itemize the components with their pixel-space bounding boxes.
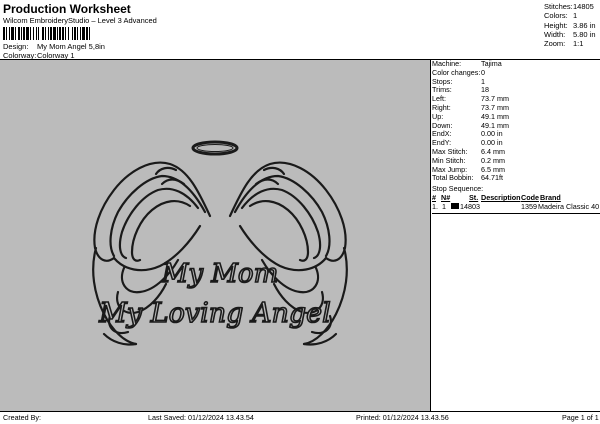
detail-row: Trims: 18 <box>432 86 599 95</box>
preview-line-2: My Loving Angel <box>98 298 331 329</box>
sequence-divider <box>432 213 600 214</box>
detail-row: Stops: 1 <box>432 77 599 87</box>
row-code: 1359 <box>521 202 537 211</box>
footer-divider <box>0 411 600 412</box>
summary-colors: Colors: 1 <box>544 11 600 20</box>
summary-label: Colors: <box>544 11 568 21</box>
detail-row: EndX: 0.00 in <box>432 130 599 139</box>
design-info: Design: My Mom Angel 5,8in Colorway: Color… <box>3 42 105 61</box>
detail-row: Color changes: 0 <box>432 68 599 78</box>
color-swatch <box>451 203 459 209</box>
summary-value: 5.80 in <box>573 29 596 39</box>
summary-width: Width: 5.80 in <box>544 30 600 39</box>
machine-details: Machine: Tajima Color changes: 0 Stops: 1 Trim… <box>432 59 599 183</box>
col-brand: Brand <box>540 193 561 202</box>
halo-icon <box>191 140 239 156</box>
page-number: Page 1 of 1 <box>562 413 599 422</box>
row-st: 14803 <box>460 202 480 211</box>
design-preview: My Mom My Loving Angel <box>0 60 430 412</box>
software-subtitle: Wilcom EmbroideryStudio – Level 3 Advanc… <box>3 16 157 25</box>
col-st: St. <box>469 193 479 202</box>
col-code: Code <box>521 193 539 202</box>
row-brand: Madeira Classic 40 <box>538 202 600 211</box>
row-num: 1. <box>432 202 438 211</box>
summary-label: Height: <box>544 20 568 30</box>
barcode <box>3 27 141 40</box>
detail-row: Up: 49.1 mm <box>432 112 599 122</box>
preview-line-1: My Mom <box>161 259 279 289</box>
col-num: # <box>432 193 436 202</box>
created-by: Created By: <box>3 413 41 422</box>
summary-value: 3.86 in <box>573 20 596 30</box>
summary-height: Height: 3.86 in <box>544 21 600 30</box>
detail-value: 64.71ft <box>481 173 503 183</box>
stop-sequence-header: # N# St. Description Code Brand <box>432 193 600 202</box>
detail-row: Down: 49.1 mm <box>432 121 599 131</box>
summary-panel: Stitches: 14805 Colors: 1 Height: 3.86 in W… <box>544 2 600 48</box>
detail-row: Left: 73.7 mm <box>432 94 599 104</box>
summary-zoom: Zoom: 1:1 <box>544 39 600 48</box>
summary-label: Width: <box>544 29 566 39</box>
summary-label: Zoom: <box>544 39 566 49</box>
summary-value: 14805 <box>573 2 594 11</box>
col-n: N# <box>441 193 451 202</box>
table-row: 1. 1 14803 1359 Madeira Classic 40 <box>432 202 600 211</box>
last-saved: Last Saved: 01/12/2024 13.43.54 <box>148 413 254 422</box>
stop-sequence: Stop Sequence: # N# St. Description Code… <box>432 184 600 211</box>
detail-label: Total Bobbin: <box>432 173 474 183</box>
page-title: Production Worksheet <box>3 2 131 16</box>
stop-sequence-title: Stop Sequence: <box>432 184 484 193</box>
design-label: Design: <box>3 42 29 51</box>
summary-stitches: Stitches: 14805 <box>544 2 600 11</box>
detail-row: Right: 73.7 mm <box>432 103 599 113</box>
printed-date: Printed: 01/12/2024 13.43.56 <box>356 413 449 422</box>
row-n: 1 <box>442 202 446 211</box>
summary-label: Stitches: <box>544 2 573 11</box>
col-description: Description <box>481 193 521 202</box>
embroidery-preview: My Mom My Loving Angel <box>92 140 348 346</box>
detail-row: Total Bobbin: 64.71ft <box>432 174 599 183</box>
panel-divider <box>430 60 431 412</box>
summary-value: 1:1 <box>573 39 584 49</box>
summary-value: 1 <box>573 11 578 21</box>
design-name: My Mom Angel 5,8in <box>37 42 105 51</box>
